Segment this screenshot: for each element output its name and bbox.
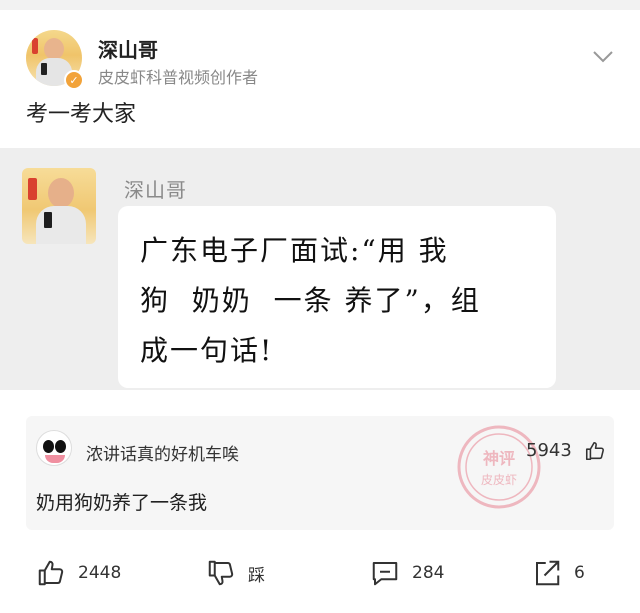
comment-text: 奶用狗奶养了一条我: [36, 492, 208, 514]
stamp-line-1: 神评: [483, 449, 515, 468]
like-button[interactable]: 2448: [36, 548, 121, 598]
author-title: 皮皮虾科普视频创作者: [98, 68, 259, 87]
verified-badge-icon: ✓: [64, 70, 84, 90]
commenter-avatar[interactable]: [36, 430, 72, 466]
post-page: ✓ 深山哥 皮皮虾科普视频创作者 考一考大家 深山哥 广东电子厂面试:“用 我 …: [0, 0, 640, 613]
chevron-down-icon[interactable]: [592, 50, 614, 64]
thumbs-up-icon: [38, 560, 64, 586]
share-count: 6: [574, 563, 585, 583]
thumbs-down-icon: [208, 560, 234, 586]
embed-author-name: 深山哥: [124, 178, 187, 202]
dislike-label: 踩: [248, 565, 265, 586]
commenter-name[interactable]: 浓讲话真的好机车唉: [86, 440, 239, 465]
comment-icon: [372, 562, 398, 586]
chat-bubble-text: 广东电子厂面试:“用 我 狗 奶奶 一条 养了”，组 成一句话!: [140, 234, 481, 367]
share-icon: [536, 560, 560, 586]
comment-like-count: 5943: [526, 440, 572, 461]
share-button[interactable]: 6: [532, 548, 585, 598]
author-name[interactable]: 深山哥: [98, 34, 158, 63]
like-count: 2448: [78, 563, 122, 583]
god-comment-stamp-icon: 神评 皮皮虾: [457, 425, 541, 509]
dislike-button[interactable]: 踩: [206, 548, 265, 598]
embed-avatar: [22, 168, 96, 244]
embedded-image[interactable]: 深山哥 广东电子厂面试:“用 我 狗 奶奶 一条 养了”，组 成一句话!: [0, 148, 640, 390]
stamp-line-2: 皮皮虾: [481, 473, 517, 487]
top-divider: [0, 0, 640, 10]
chat-bubble: 广东电子厂面试:“用 我 狗 奶奶 一条 养了”，组 成一句话!: [118, 206, 556, 388]
post-header: ✓ 深山哥 皮皮虾科普视频创作者: [0, 10, 640, 100]
comment-count: 284: [412, 563, 445, 583]
post-text: 考一考大家: [26, 102, 137, 127]
comment-button[interactable]: 284: [370, 548, 444, 598]
action-bar: 2448 踩 284 6: [0, 548, 640, 598]
top-comment[interactable]: 浓讲话真的好机车唉 神评 皮皮虾 5943 奶用狗奶养了一条我: [26, 416, 614, 530]
thumbs-up-icon[interactable]: [584, 440, 606, 462]
